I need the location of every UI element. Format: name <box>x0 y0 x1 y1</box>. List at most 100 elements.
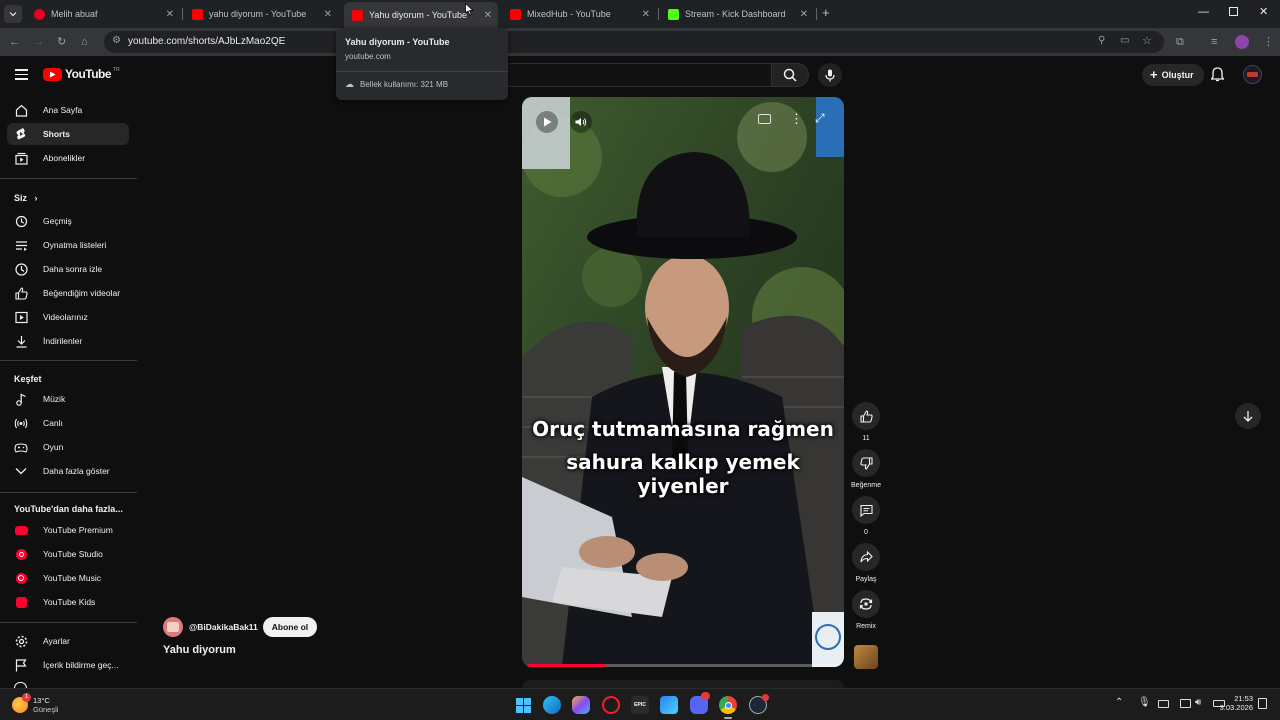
voice-search-button[interactable] <box>818 63 842 87</box>
browser-toolbar: ← → ↻ ⌂ ⚙ youtube.com/shorts/AJbLzMao2QE… <box>0 28 1280 56</box>
browser-tab[interactable]: MixedHub - YouTube ✕ <box>502 3 656 25</box>
opera-icon[interactable] <box>602 696 620 714</box>
new-tab-button[interactable]: + <box>822 5 830 20</box>
browser-tab[interactable]: Melih abuaf ✕ <box>26 3 180 25</box>
share-action[interactable]: Paylaş <box>852 543 880 583</box>
keyboard-icon[interactable] <box>1158 700 1169 708</box>
start-button[interactable] <box>514 696 532 714</box>
tab-title: MixedHub - YouTube <box>527 9 611 19</box>
sidebar-item-shorts[interactable]: Shorts <box>7 123 129 145</box>
sidebar-item-yt-studio[interactable]: YouTube Studio <box>7 543 129 565</box>
like-action[interactable]: 11 <box>852 402 880 442</box>
weather-widget[interactable]: 1 13°C Güneşli <box>12 693 58 717</box>
edge-icon[interactable] <box>543 696 561 714</box>
sidebar-item-yt-premium[interactable]: YouTube Premium <box>7 519 129 541</box>
close-icon[interactable]: ✕ <box>324 9 332 20</box>
sidebar-item-history[interactable]: Geçmiş <box>7 210 129 232</box>
forward-icon[interactable]: → <box>33 35 44 49</box>
volume-button[interactable] <box>570 111 592 133</box>
back-icon[interactable]: ← <box>9 35 20 49</box>
sidebar-item-gaming[interactable]: Oyun <box>7 436 129 458</box>
sidebar-item-yt-music[interactable]: YouTube Music <box>7 567 129 589</box>
account-avatar[interactable] <box>1243 65 1262 84</box>
sidebar-item-liked[interactable]: Beğendiğim videolar <box>7 282 129 304</box>
youtube-logo[interactable]: YouTube TR <box>43 67 120 81</box>
close-icon[interactable]: ✕ <box>484 10 492 21</box>
browser-tab-active[interactable]: Yahu diyorum - YouTube ✕ <box>344 2 498 28</box>
notification-center-icon[interactable] <box>1258 698 1267 709</box>
zoom-icon[interactable]: ⚲ <box>1098 35 1105 46</box>
extensions-icon[interactable]: ⧉ <box>1176 35 1184 49</box>
comments-button[interactable] <box>852 496 880 524</box>
shorts-video-player[interactable]: Oruç tutmamasına rağmen sahura kalkıp ye… <box>522 97 844 667</box>
channel-avatar[interactable] <box>163 617 183 637</box>
address-bar[interactable]: ⚙ youtube.com/shorts/AJbLzMao2QE ⚲ ▭ ☆ <box>104 31 1164 53</box>
clock[interactable]: 21:53 3.03.2026 <box>1213 694 1253 712</box>
sidebar-item-music[interactable]: Müzik <box>7 388 129 410</box>
comments-action[interactable]: 0 <box>852 496 880 536</box>
volume-icon[interactable]: 🔊︎ <box>1195 697 1201 708</box>
sidebar-item-watch-later[interactable]: Daha sonra izle <box>7 258 129 280</box>
reload-icon[interactable]: ↻ <box>57 35 66 49</box>
sidebar-item-your-videos[interactable]: Videolarınız <box>7 306 129 328</box>
sidebar-item-live[interactable]: Canlı <box>7 412 129 434</box>
close-icon[interactable]: ✕ <box>166 9 174 20</box>
share-button[interactable] <box>852 543 880 571</box>
short-title[interactable]: Yahu diyorum <box>163 644 236 656</box>
hamburger-menu-icon[interactable] <box>15 69 28 80</box>
search-input[interactable] <box>500 63 771 87</box>
remix-action[interactable]: Remix <box>852 590 880 630</box>
discord-icon[interactable] <box>690 692 710 714</box>
video-progress-track[interactable] <box>527 664 839 667</box>
sidebar-item-report-history[interactable]: İçerik bildirme geç... <box>7 654 129 676</box>
home-icon[interactable]: ⌂ <box>81 35 88 49</box>
epic-games-icon[interactable]: EPIC <box>631 696 649 714</box>
fullscreen-expand-icon[interactable]: ⤢ <box>815 111 825 126</box>
dislike-button[interactable] <box>852 449 880 477</box>
bookmark-star-icon[interactable]: ☆ <box>1142 34 1152 47</box>
notifications-button[interactable] <box>1210 67 1225 87</box>
more-options-icon[interactable]: ⋮ <box>790 111 803 127</box>
media-control-icon[interactable]: ≡ <box>1211 35 1217 49</box>
network-icon[interactable] <box>1180 699 1191 708</box>
channel-name[interactable]: @BiDakikaBak11 <box>189 622 258 632</box>
create-button[interactable]: + Oluştur <box>1142 64 1204 86</box>
browser-menu-icon[interactable]: ⋮ <box>1263 35 1274 49</box>
sidebar-section-you[interactable]: Siz › <box>14 193 38 203</box>
sidebar-item-settings[interactable]: Ayarlar <box>7 630 129 652</box>
captions-icon[interactable] <box>758 114 771 124</box>
sidebar-item-yt-kids[interactable]: YouTube Kids <box>7 591 129 613</box>
sidebar-item-playlists[interactable]: Oynatma listeleri <box>7 234 129 256</box>
browser-tab[interactable]: Stream - Kick Dashboard ✕ <box>660 3 814 25</box>
minimize-button[interactable]: — <box>1198 6 1209 18</box>
sidebar-item-downloads[interactable]: İndirilenler <box>7 330 129 352</box>
sidebar-item-subscriptions[interactable]: Abonelikler <box>7 147 129 169</box>
steam-icon[interactable] <box>749 694 769 714</box>
microphone-icon[interactable]: 🎙︎ <box>1138 697 1151 708</box>
remix-button[interactable] <box>852 590 880 618</box>
browser-tab[interactable]: yahu diyorum - YouTube ✕ <box>184 3 338 25</box>
close-icon[interactable]: ✕ <box>642 9 650 20</box>
sound-thumbnail[interactable] <box>854 645 878 669</box>
tab-search-button[interactable] <box>4 5 22 23</box>
dislike-action[interactable]: Beğenme <box>851 449 881 489</box>
sidebar-item-home[interactable]: Ana Sayfa <box>7 99 129 121</box>
site-info-icon[interactable]: ⚙ <box>112 35 121 46</box>
copilot-icon[interactable] <box>572 696 590 714</box>
create-label: Oluştur <box>1161 70 1194 80</box>
close-window-button[interactable]: ✕ <box>1259 5 1268 18</box>
cast-icon[interactable]: ▭ <box>1120 35 1129 46</box>
profile-avatar[interactable] <box>1235 35 1249 49</box>
chevron-down-icon <box>14 464 28 478</box>
like-button[interactable] <box>852 402 880 430</box>
subscribe-button[interactable]: Abone ol <box>262 617 318 637</box>
close-icon[interactable]: ✕ <box>800 9 808 20</box>
maximize-button[interactable] <box>1229 7 1238 16</box>
next-short-button[interactable] <box>1235 403 1261 429</box>
play-pause-button[interactable] <box>536 111 558 133</box>
chevron-up-icon[interactable]: ⌃ <box>1115 697 1123 708</box>
search-button[interactable] <box>771 63 809 87</box>
sidebar-item-show-more[interactable]: Daha fazla göster <box>7 460 129 482</box>
app-icon[interactable] <box>660 696 678 714</box>
chrome-icon[interactable] <box>719 696 737 714</box>
